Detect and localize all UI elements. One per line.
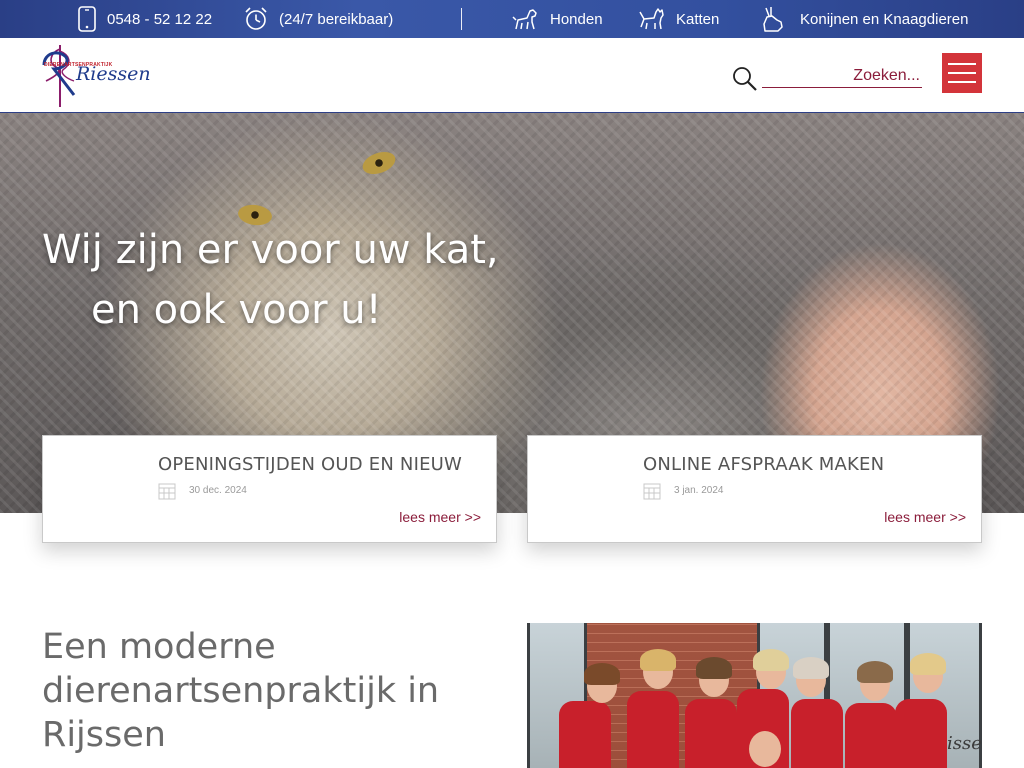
nav-konijnen[interactable]: Konijnen en Knaagdieren: [758, 0, 968, 38]
topbar-divider: [461, 8, 462, 30]
nav-honden[interactable]: Honden: [512, 0, 603, 38]
availability-text: (24/7 bereikbaar): [279, 10, 394, 28]
person-hair: [696, 657, 732, 679]
hamburger-icon-line: [948, 72, 976, 74]
person: [685, 699, 737, 768]
hero-line-2: en ook voor u!: [91, 287, 382, 333]
card-title: ONLINE AFSPRAAK MAKEN: [643, 454, 885, 475]
nav-label-konijnen: Konijnen en Knaagdieren: [800, 10, 969, 28]
person: [627, 691, 679, 768]
menu-button[interactable]: [942, 53, 982, 93]
nav-label-honden: Honden: [550, 10, 603, 28]
person-head: [749, 731, 781, 767]
card-title: OPENINGSTIJDEN OUD EN NIEUW: [158, 454, 463, 475]
alarm-clock-icon: [245, 7, 267, 30]
person: [895, 699, 947, 768]
read-more-link[interactable]: lees meer >>: [399, 509, 481, 525]
photo-sign-text: issen: [947, 733, 982, 754]
top-bar: 0548 - 52 12 22 (24/7 bereikbaar) Honden…: [0, 0, 1024, 38]
search-input[interactable]: [762, 64, 922, 88]
rabbit-icon: [763, 7, 783, 32]
person-hair: [640, 649, 676, 671]
card-date: 30 dec. 2024: [189, 485, 247, 496]
calendar-icon: [158, 483, 176, 500]
cat-icon: [639, 8, 664, 30]
logo[interactable]: DIERENARTSENPRAKTIJK Riessen: [40, 43, 151, 109]
availability: (24/7 bereikbaar): [243, 0, 393, 38]
phone-link[interactable]: 0548 - 52 12 22: [77, 0, 212, 38]
person-hair: [584, 663, 620, 685]
team-photo: issen: [527, 623, 982, 768]
person-hair: [857, 661, 893, 683]
phone-number: 0548 - 52 12 22: [107, 10, 213, 28]
nav-katten[interactable]: Katten: [638, 0, 719, 38]
person: [559, 701, 611, 768]
hero-line-1: Wij zijn er voor uw kat,: [42, 227, 499, 273]
search-box: [732, 64, 924, 92]
nav-label-katten: Katten: [676, 10, 720, 28]
news-card[interactable]: OPENINGSTIJDEN OUD EN NIEUW 30 dec. 2024…: [42, 435, 497, 543]
phone-icon: [78, 6, 96, 32]
person: [791, 699, 843, 768]
dog-icon: [512, 9, 537, 30]
intro-heading: Een moderne dierenartsenpraktijk in Rijs…: [42, 627, 440, 755]
logo-text: Riessen: [76, 63, 151, 85]
person-hair: [753, 649, 789, 671]
person-hair: [793, 657, 829, 679]
card-date: 3 jan. 2024: [674, 485, 724, 496]
person-hair: [910, 653, 946, 675]
hamburger-icon-line: [948, 63, 976, 65]
news-card[interactable]: ONLINE AFSPRAAK MAKEN 3 jan. 2024 lees m…: [527, 435, 982, 543]
person: [845, 703, 897, 768]
site-header: DIERENARTSENPRAKTIJK Riessen: [0, 38, 1024, 113]
hero-heading: Wij zijn er voor uw kat, en ook voor u!: [42, 220, 499, 340]
read-more-link[interactable]: lees meer >>: [884, 509, 966, 525]
search-icon[interactable]: [732, 66, 758, 92]
hamburger-icon-line: [948, 81, 976, 83]
calendar-icon: [643, 483, 661, 500]
